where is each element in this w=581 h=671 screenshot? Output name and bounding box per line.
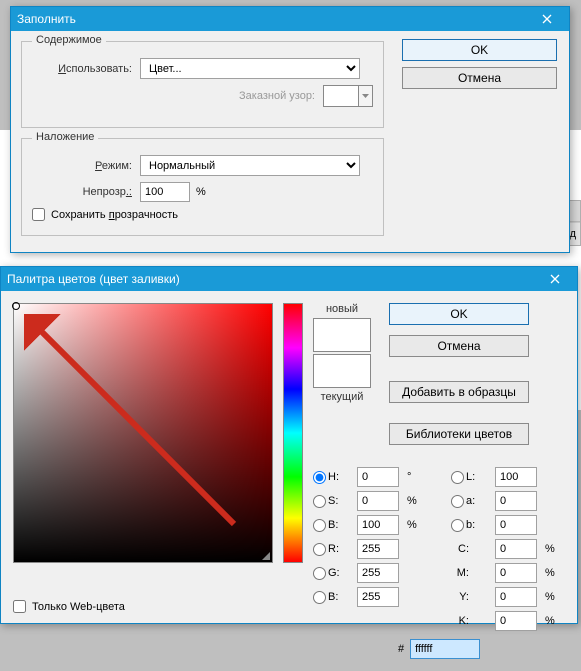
bb-input[interactable] (357, 587, 399, 607)
r-input[interactable] (357, 539, 399, 559)
c-input[interactable] (495, 539, 537, 559)
k-label: K: (451, 615, 473, 627)
h-input[interactable] (357, 467, 399, 487)
k-input[interactable] (495, 611, 537, 631)
mode-select[interactable]: Нормальный (140, 155, 360, 176)
saturation-value-field[interactable] (13, 303, 273, 563)
pattern-dropdown (359, 85, 373, 107)
close-icon (550, 274, 560, 284)
content-group: Содержимое Использовать: Цвет... Заказно… (21, 41, 384, 128)
bb-radio-label[interactable]: B: (313, 591, 349, 604)
bv-radio[interactable] (313, 519, 326, 532)
y-input[interactable] (495, 587, 537, 607)
sv-cursor (12, 302, 20, 310)
mode-label: Режим: (32, 160, 132, 172)
color-libraries-button[interactable]: Библиотеки цветов (389, 423, 529, 445)
use-label: Использовать: (32, 63, 132, 75)
fill-titlebar[interactable]: Заполнить (11, 7, 569, 31)
opacity-input[interactable] (140, 182, 190, 202)
percent-label: % (407, 519, 421, 531)
close-icon (542, 14, 552, 24)
g-input[interactable] (357, 563, 399, 583)
percent-label: % (545, 591, 559, 603)
r-radio[interactable] (313, 543, 326, 556)
blend-group: Наложение Режим: Нормальный Непрозр.: % … (21, 138, 384, 236)
chevron-down-icon (362, 94, 369, 98)
current-color-swatch[interactable] (313, 354, 371, 388)
a-radio[interactable] (451, 495, 464, 508)
a-input[interactable] (495, 491, 537, 511)
opacity-label: Непрозр.: (32, 186, 132, 198)
ok-button[interactable]: OK (402, 39, 557, 61)
r-radio-label[interactable]: R: (313, 543, 349, 556)
h-radio-label[interactable]: H: (313, 471, 349, 484)
color-picker-dialog: Палитра цветов (цвет заливки) новый теку… (0, 266, 578, 624)
fill-title: Заполнить (17, 12, 531, 26)
hue-slider[interactable] (283, 303, 303, 563)
preserve-transparency-label: Сохранить прозрачность (51, 209, 178, 221)
web-only-label: Только Web-цвета (32, 601, 125, 613)
s-radio-label[interactable]: S: (313, 495, 349, 508)
bv-radio-label[interactable]: B: (313, 519, 349, 532)
lb-radio[interactable] (451, 519, 464, 532)
custom-pattern-label: Заказной узор: (239, 90, 315, 102)
c-label: C: (451, 543, 473, 555)
a-radio-label[interactable]: a: (451, 495, 487, 508)
cancel-button[interactable]: Отмена (389, 335, 529, 357)
blend-legend: Наложение (32, 131, 98, 143)
percent-label: % (196, 186, 206, 198)
preserve-transparency-checkbox[interactable] (32, 208, 45, 221)
bb-radio[interactable] (313, 591, 326, 604)
arrow-overlay-icon (24, 314, 264, 554)
bv-input[interactable] (357, 515, 399, 535)
new-label: новый (326, 303, 358, 315)
hash-label: # (398, 643, 404, 655)
g-radio-label[interactable]: G: (313, 567, 349, 580)
l-input[interactable] (495, 467, 537, 487)
pattern-swatch (323, 85, 359, 107)
percent-label: % (545, 567, 559, 579)
hex-input[interactable] (410, 639, 480, 659)
content-legend: Содержимое (32, 34, 106, 46)
ok-button[interactable]: OK (389, 303, 529, 325)
fill-dialog: Заполнить OK Отмена Содержимое Использов… (10, 6, 570, 253)
close-button[interactable] (539, 268, 571, 290)
current-label: текущий (321, 391, 364, 403)
color-picker-titlebar[interactable]: Палитра цветов (цвет заливки) (1, 267, 577, 291)
l-radio-label[interactable]: L: (451, 471, 487, 484)
new-color-swatch (313, 318, 371, 352)
close-button[interactable] (531, 8, 563, 30)
resize-corner-icon (262, 552, 270, 560)
percent-label: % (407, 495, 421, 507)
percent-label: % (545, 615, 559, 627)
h-radio[interactable] (313, 471, 326, 484)
g-radio[interactable] (313, 567, 326, 580)
cancel-button[interactable]: Отмена (402, 67, 557, 89)
lb-input[interactable] (495, 515, 537, 535)
y-label: Y: (451, 591, 473, 603)
m-input[interactable] (495, 563, 537, 583)
percent-label: % (545, 543, 559, 555)
lb-radio-label[interactable]: b: (451, 519, 487, 532)
l-radio[interactable] (451, 471, 464, 484)
use-select[interactable]: Цвет... (140, 58, 360, 79)
s-radio[interactable] (313, 495, 326, 508)
color-picker-title: Палитра цветов (цвет заливки) (7, 272, 539, 286)
add-swatch-button[interactable]: Добавить в образцы (389, 381, 529, 403)
web-only-checkbox[interactable] (13, 600, 26, 613)
m-label: M: (451, 567, 473, 579)
degree-label: ° (407, 471, 421, 483)
s-input[interactable] (357, 491, 399, 511)
